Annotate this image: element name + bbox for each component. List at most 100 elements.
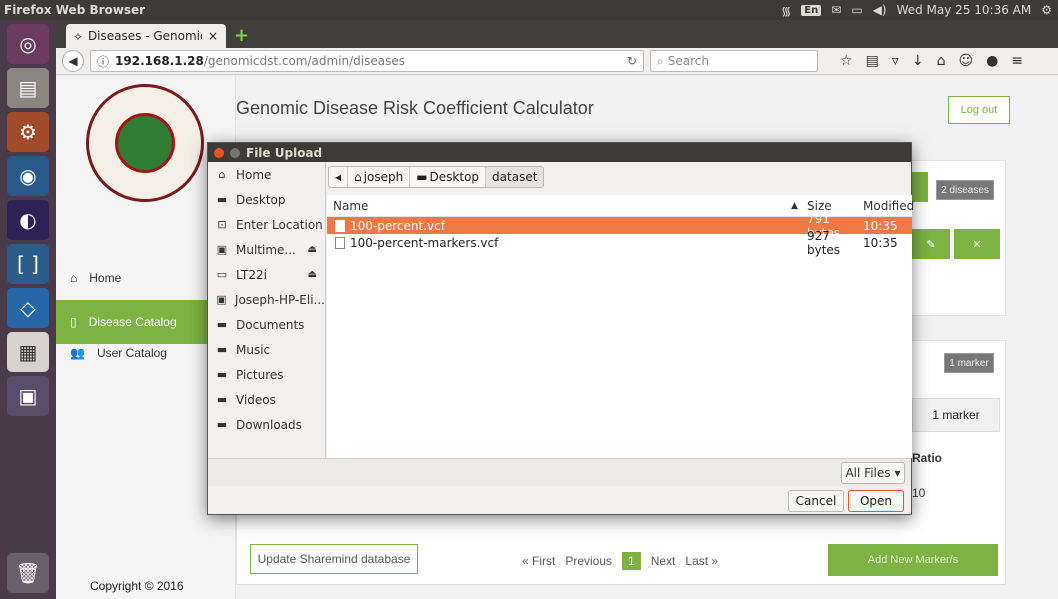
place-pictures[interactable]: ▬ Pictures xyxy=(208,362,325,387)
place-joseph-hp[interactable]: ▣ Joseph-HP-Eli... xyxy=(208,287,325,312)
firefox-icon[interactable]: ◉ xyxy=(7,156,49,196)
place-label: Joseph-HP-Eli... xyxy=(234,292,325,307)
file-name: 100-percent.vcf xyxy=(350,218,445,233)
file-list: Name ▲ Size Modified 100-percent.vcf 791… xyxy=(327,195,914,458)
filter-bar: All Files ▾ xyxy=(208,458,911,486)
pager-current[interactable]: 1 xyxy=(622,552,641,570)
downloads-icon[interactable]: ↓ xyxy=(912,53,924,69)
chat-icon[interactable]: ☺ xyxy=(958,53,973,69)
cancel-button[interactable]: Cancel xyxy=(788,490,844,512)
minimize-icon[interactable] xyxy=(230,147,240,158)
file-modified: 10:35 xyxy=(863,235,898,250)
tab-bar: ⟡ Diseases - Genomic ... × + xyxy=(56,20,1058,48)
ratio-value: 10 xyxy=(912,486,926,500)
new-tab-icon[interactable]: + xyxy=(226,25,257,48)
file-type-filter[interactable]: All Files ▾ xyxy=(841,462,905,484)
url-path: /genomicdst.com/admin/diseases xyxy=(203,54,405,68)
nav-bar: ◀ ⓘ 192.168.1.28 /genomicdst.com/admin/d… xyxy=(56,48,1058,75)
pager-first[interactable]: « First xyxy=(522,554,555,568)
update-sharemind-button[interactable]: Update Sharemind database xyxy=(250,544,418,574)
home-icon[interactable]: ⌂ xyxy=(937,53,946,69)
path-back-button[interactable]: ◂ xyxy=(329,167,349,187)
eject-icon[interactable]: ⏏ xyxy=(308,244,317,255)
clipboard-icon: ▯ xyxy=(70,315,77,329)
folder-icon: ▬ xyxy=(216,343,228,356)
tab-close-icon[interactable]: × xyxy=(208,29,218,43)
keyboard-layout-indicator[interactable]: En xyxy=(801,4,822,16)
trash-icon[interactable]: 🗑 xyxy=(7,553,49,593)
close-icon[interactable] xyxy=(214,147,224,158)
disease-action-button[interactable] xyxy=(912,172,928,202)
file-row[interactable]: 100-percent-markers.vcf 927 bytes 10:35 xyxy=(327,229,912,257)
crumb-label: joseph xyxy=(363,170,404,184)
place-label: Multime... xyxy=(236,242,296,257)
search-placeholder: Search xyxy=(667,54,709,68)
column-name[interactable]: Name xyxy=(327,199,791,213)
info-icon[interactable]: ⓘ xyxy=(97,53,109,70)
menu-icon[interactable]: ≡ xyxy=(1011,53,1023,69)
place-lt22i[interactable]: ▭ LT22i ⏏ xyxy=(208,262,325,287)
logout-button[interactable]: Log out xyxy=(948,96,1010,124)
calculator-icon[interactable]: ▦ xyxy=(7,332,49,372)
place-videos[interactable]: ▬ Videos xyxy=(208,387,325,412)
eclipse-icon[interactable]: ◐ xyxy=(7,200,49,240)
edit-button[interactable]: ✎ xyxy=(912,229,950,259)
open-button[interactable]: Open xyxy=(848,490,904,512)
ubuntu-dash-icon[interactable]: ◎ xyxy=(7,24,49,64)
settings-icon[interactable]: ⚙ xyxy=(7,112,49,152)
path-crumb-joseph[interactable]: ⌂ joseph xyxy=(348,167,411,187)
battery-icon[interactable]: ▭ xyxy=(851,3,862,17)
back-arrow-icon[interactable]: ◀ xyxy=(62,50,84,72)
add-markers-button[interactable]: Add New Marker/s xyxy=(828,544,998,576)
place-label: Videos xyxy=(236,392,276,407)
clock[interactable]: Wed May 25 10:36 AM xyxy=(897,3,1032,17)
file-icon xyxy=(335,219,345,232)
pager-previous[interactable]: Previous xyxy=(565,554,612,568)
bookmark-star-icon[interactable]: ☆ xyxy=(840,53,853,69)
pocket-icon[interactable]: ▿ xyxy=(892,53,899,69)
path-crumb-dataset[interactable]: dataset xyxy=(486,167,544,187)
tab-diseases[interactable]: ⟡ Diseases - Genomic ... × xyxy=(66,24,226,48)
pager-last[interactable]: Last » xyxy=(685,554,718,568)
extension-icon[interactable]: ● xyxy=(986,53,998,69)
brackets-icon[interactable]: [ ] xyxy=(7,244,49,284)
path-crumb-desktop[interactable]: ▬ Desktop xyxy=(410,167,487,187)
column-modified[interactable]: Modified xyxy=(863,199,914,213)
reload-icon[interactable]: ↻ xyxy=(627,54,637,68)
reading-list-icon[interactable]: ▤ xyxy=(866,53,879,69)
place-music[interactable]: ▬ Music xyxy=(208,337,325,362)
place-label: Downloads xyxy=(236,417,302,432)
sidebar-item-label: Home xyxy=(89,271,122,285)
search-input[interactable]: ⌕ Search xyxy=(650,50,818,72)
drive-icon: ▣ xyxy=(216,243,228,256)
wifi-icon[interactable]: ᯾ xyxy=(781,2,791,19)
marker-count-box: 1 marker xyxy=(912,398,1000,432)
files-icon[interactable]: ▤ xyxy=(7,68,49,108)
place-enter-location[interactable]: ⊡ Enter Location xyxy=(208,212,325,237)
places-sidebar: ⌂ Home ▬ Desktop ⊡ Enter Location ▣ Multime.… xyxy=(208,162,326,458)
place-home[interactable]: ⌂ Home xyxy=(208,162,325,187)
place-documents[interactable]: ▬ Documents xyxy=(208,312,325,337)
volume-icon[interactable]: ◀) xyxy=(873,3,887,17)
place-desktop[interactable]: ▬ Desktop xyxy=(208,187,325,212)
sidebar-item-label: User Catalog xyxy=(96,346,167,360)
place-label: Desktop xyxy=(236,192,286,207)
place-label: Pictures xyxy=(236,367,284,382)
column-size[interactable]: Size xyxy=(807,199,863,213)
place-downloads[interactable]: ▬ Downloads xyxy=(208,412,325,437)
delete-button[interactable]: ✕ xyxy=(954,229,1000,259)
place-multimedia[interactable]: ▣ Multime... ⏏ xyxy=(208,237,325,262)
unity-launcher: ◎ ▤ ⚙ ◉ ◐ [ ] ◇ ▦ ▣ 🗑 xyxy=(0,20,56,599)
url-bar[interactable]: ⓘ 192.168.1.28 /genomicdst.com/admin/dis… xyxy=(90,50,644,72)
page-title: Genomic Disease Risk Coefficient Calcula… xyxy=(236,98,594,118)
virtualbox-icon[interactable]: ◇ xyxy=(7,288,49,328)
workspace-switcher-icon[interactable]: ▣ xyxy=(7,376,49,416)
pager-next[interactable]: Next xyxy=(651,554,676,568)
copyright: Copyright © 2016 xyxy=(90,579,184,593)
eject-icon[interactable]: ⏏ xyxy=(308,269,317,280)
folder-icon: ▬ xyxy=(416,170,428,184)
marker-count-badge: 1 marker xyxy=(944,353,994,373)
chevron-left-icon: ◂ xyxy=(335,170,342,184)
power-gear-icon[interactable]: ⚙ xyxy=(1041,3,1052,17)
mail-icon[interactable]: ✉ xyxy=(831,3,841,17)
